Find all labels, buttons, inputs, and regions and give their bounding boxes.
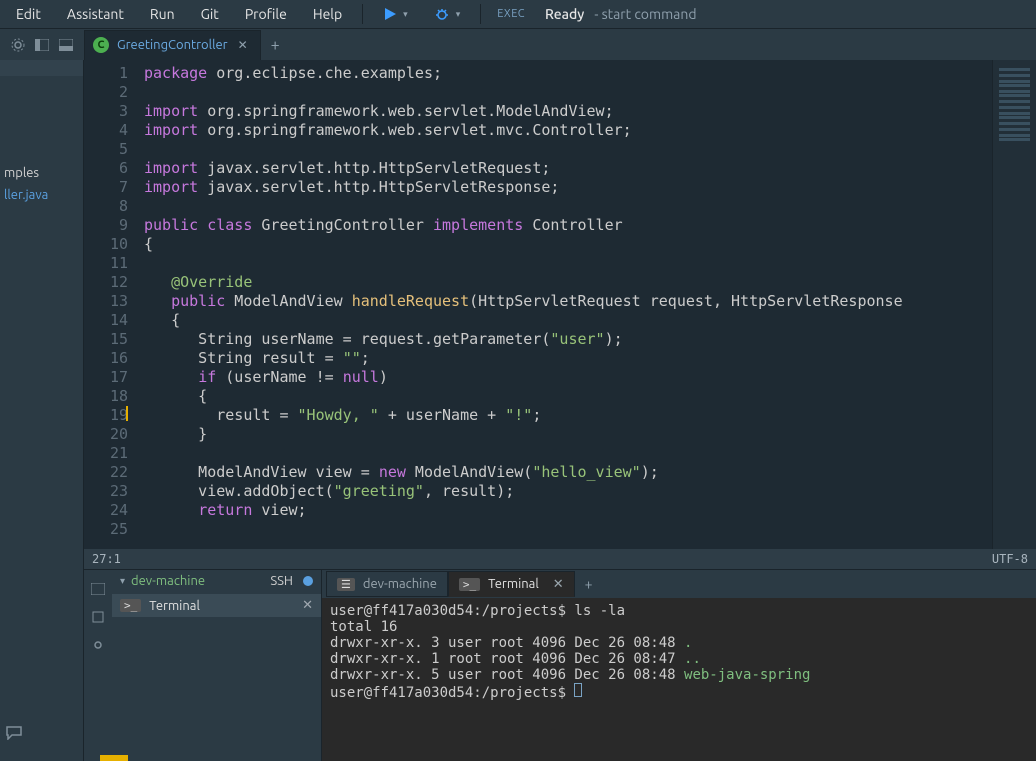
line-number-gutter: 1234567891011121314151617181920212223242… [84,60,140,549]
tab-dev-machine-label: dev-machine [363,577,437,591]
menu-profile[interactable]: Profile [235,2,297,26]
editor-tab-greetingcontroller[interactable]: C GreetingController ✕ [84,30,261,60]
processes-panel: ▾ dev-machine SSH >_ Terminal ✕ ☰ dev-ma… [84,569,1036,761]
cursor-position: 27:1 [92,552,121,566]
close-icon[interactable]: ✕ [302,598,313,613]
bottom-tabs: ☰ dev-machine >_ Terminal ✕ + [322,570,1036,598]
console-icon: ☰ [337,578,355,591]
toolbar-icons [0,34,84,56]
ssh-status-icon[interactable] [303,576,313,586]
menu-edit[interactable]: Edit [6,2,51,26]
code-editor[interactable]: 1234567891011121314151617181920212223242… [84,60,992,549]
chevron-down-icon: ▾ [403,9,408,20]
machines-sidebar: ▾ dev-machine SSH >_ Terminal ✕ [112,570,322,761]
tree-folder-examples[interactable]: mples [0,162,83,184]
menu-help[interactable]: Help [303,2,352,26]
debug-command-button[interactable]: ▾ [424,4,471,24]
play-icon [383,7,397,21]
panel-bottom-icon[interactable] [55,34,77,56]
terminal-output[interactable]: user@ff417a030d54:/projects$ ls -latotal… [322,598,1036,761]
run-command-button[interactable]: ▾ [373,5,418,23]
chevron-down-icon: ▾ [120,575,125,587]
close-icon[interactable]: ✕ [236,38,250,52]
panel-rail [84,570,112,761]
tree-file-controller[interactable]: ller.java [0,184,83,206]
project-explorer[interactable]: mples ller.java [0,60,84,761]
menu-git[interactable]: Git [191,2,229,26]
sidebar-terminal-tab[interactable]: >_ Terminal ✕ [112,594,321,617]
terminal-icon: >_ [459,578,480,591]
chat-icon[interactable] [6,726,22,743]
close-icon[interactable]: ✕ [553,577,564,592]
processes-icon[interactable] [87,578,109,600]
separator [480,4,481,24]
progress-indicator [100,755,128,761]
editor-tab-title: GreetingController [117,38,228,52]
bug-icon [434,6,450,22]
square-icon[interactable] [87,606,109,628]
terminal-icon: >_ [120,599,141,612]
tab-dev-machine[interactable]: ☰ dev-machine [326,571,448,597]
minimap[interactable] [992,60,1036,549]
editor-status-bar: 27:1 UTF-8 [84,549,1036,569]
ssh-label[interactable]: SSH [270,574,293,588]
exec-toggle[interactable]: EXEC [491,6,531,22]
machine-name: dev-machine [131,574,205,588]
tab-terminal[interactable]: >_ Terminal ✕ [448,571,575,597]
editor-toolbar: C GreetingController ✕ + [0,28,1036,60]
machine-header[interactable]: ▾ dev-machine SSH [112,570,321,592]
menu-bar: Edit Assistant Run Git Profile Help ▾ ▾ … [0,0,1036,28]
new-terminal-button[interactable]: + [575,576,603,592]
chevron-down-icon: ▾ [456,9,461,20]
new-tab-button[interactable]: + [261,36,290,54]
command-status: Ready [545,6,584,22]
file-encoding: UTF-8 [992,552,1028,566]
menu-assistant[interactable]: Assistant [57,2,134,26]
menu-run[interactable]: Run [140,2,185,26]
separator [362,4,363,24]
panel-left-icon[interactable] [31,34,53,56]
command-hint: - start command [594,6,696,22]
sidebar-terminal-label: Terminal [149,599,200,613]
gear-icon[interactable] [87,634,109,656]
gear-icon[interactable] [7,34,29,56]
code-content[interactable]: package org.eclipse.che.examples;import … [140,60,992,549]
class-badge-icon: C [93,37,109,53]
tab-terminal-label: Terminal [488,577,539,591]
